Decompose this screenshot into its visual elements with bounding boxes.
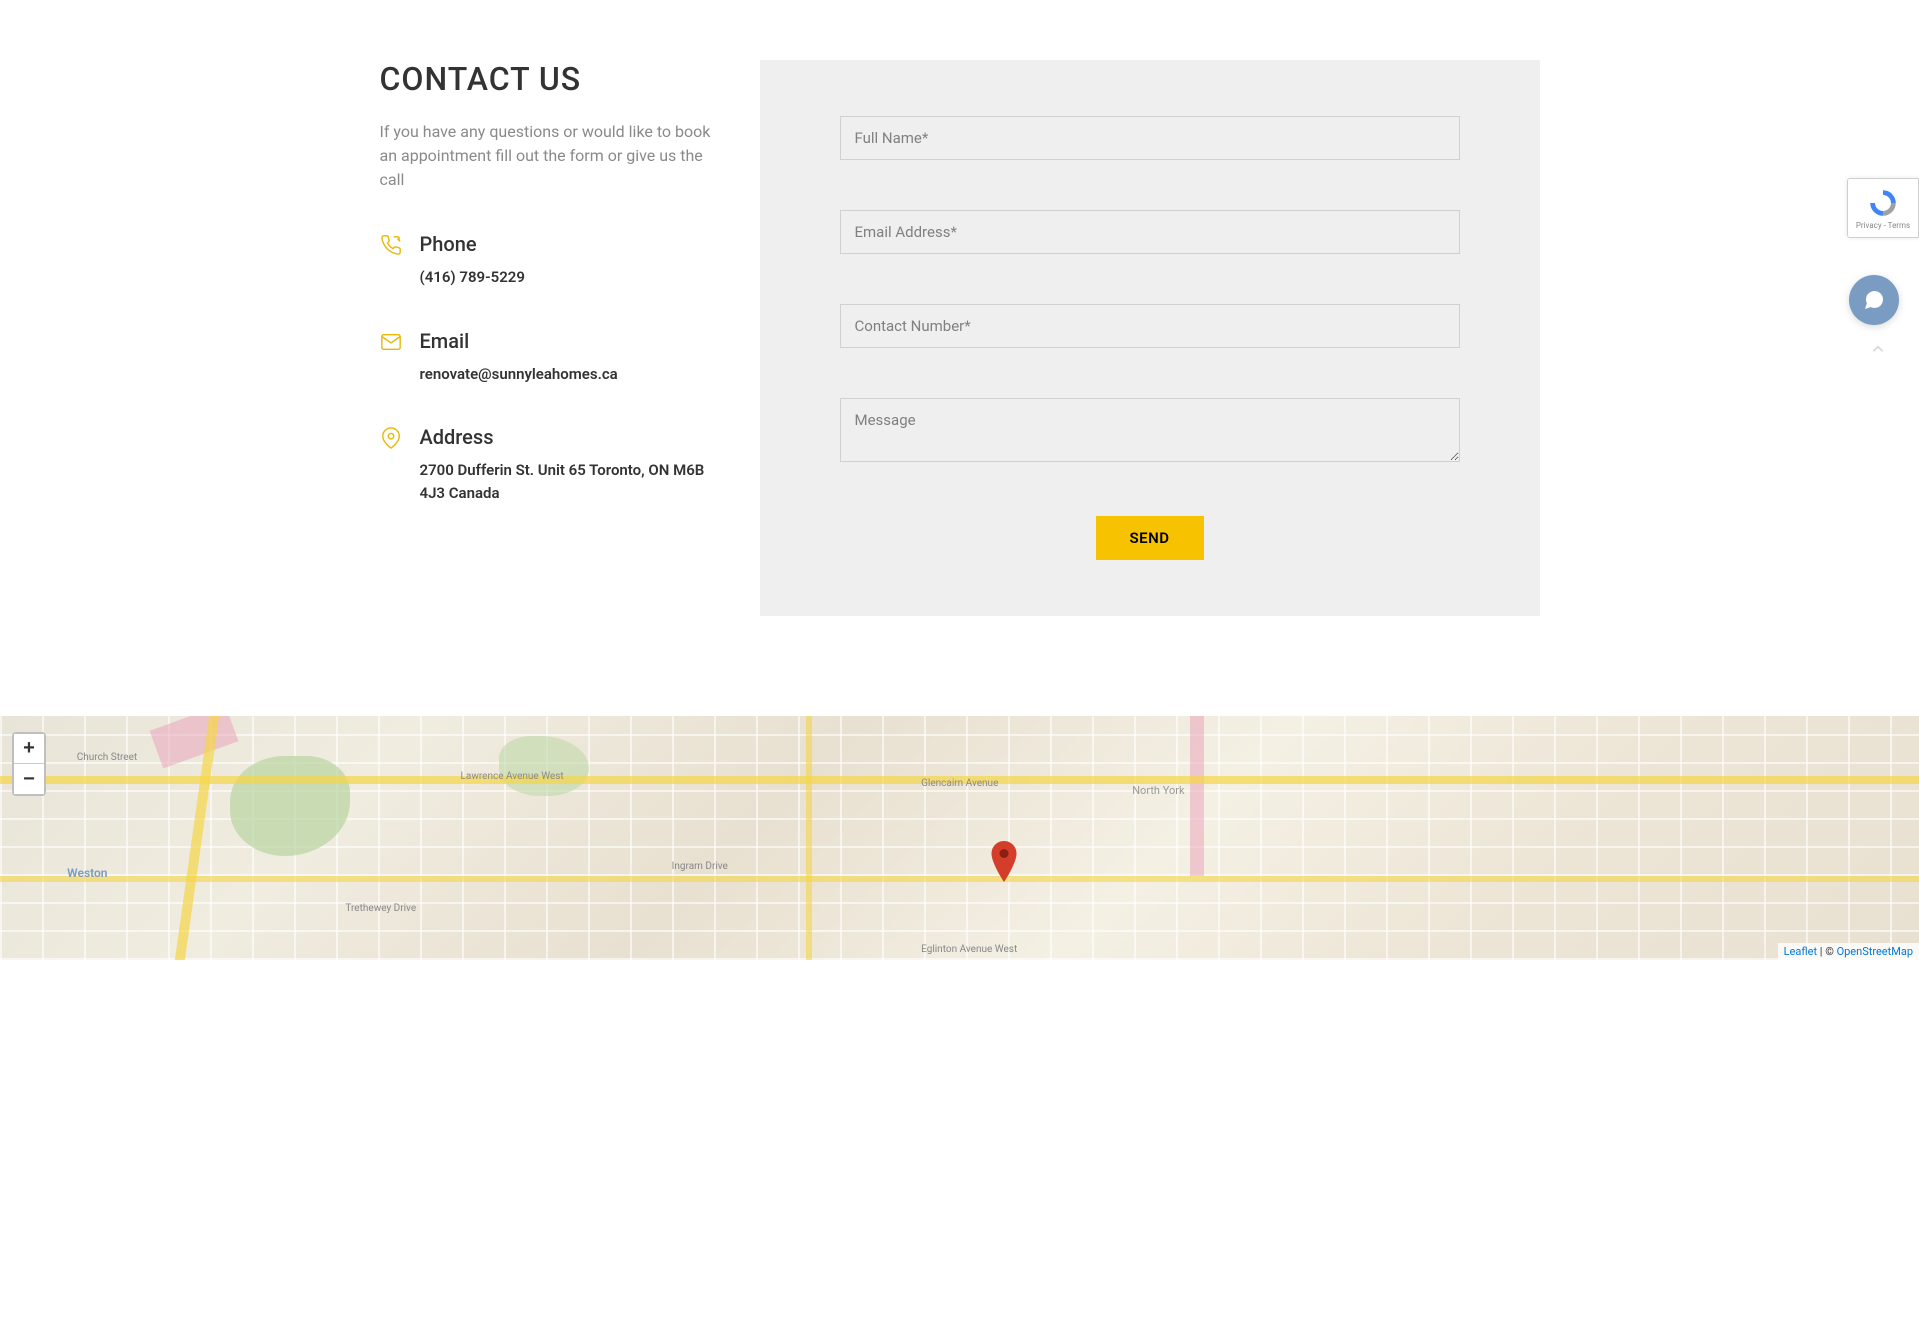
map-highway: [1190, 716, 1204, 876]
contact-number-input[interactable]: [840, 304, 1460, 348]
map-attribution: Leaflet | © OpenStreetMap: [1778, 943, 1919, 960]
osm-link[interactable]: OpenStreetMap: [1837, 945, 1913, 958]
map[interactable]: Lawrence Avenue West Glencairn Avenue Eg…: [0, 716, 1919, 960]
contact-form: SEND: [760, 60, 1540, 616]
intro-text: If you have any questions or would like …: [380, 120, 720, 192]
map-street-label: Eglinton Avenue West: [921, 944, 1017, 955]
chat-button[interactable]: [1849, 275, 1899, 325]
address-value: 2700 Dufferin St. Unit 65 Toronto, ON M6…: [420, 459, 720, 504]
map-zoom-controls: + −: [12, 732, 46, 796]
phone-icon: [380, 234, 404, 258]
phone-value: (416) 789-5229: [420, 266, 720, 289]
map-marker-icon[interactable]: [991, 841, 1016, 886]
map-area-label: Weston: [67, 866, 107, 880]
attribution-sep: | ©: [1817, 945, 1837, 958]
leaflet-link[interactable]: Leaflet: [1784, 945, 1817, 958]
map-road: [806, 716, 812, 960]
map-street-label: Trethewey Drive: [345, 903, 416, 914]
email-input[interactable]: [840, 210, 1460, 254]
map-street-label: Lawrence Avenue West: [461, 771, 564, 782]
location-icon: [380, 427, 404, 451]
map-street-label: Ingram Drive: [672, 861, 728, 872]
send-button[interactable]: SEND: [1096, 516, 1204, 560]
chevron-up-icon: [1869, 340, 1887, 358]
recaptcha-badge[interactable]: Privacy - Terms: [1847, 178, 1919, 238]
full-name-input[interactable]: [840, 116, 1460, 160]
map-road: [0, 876, 1919, 882]
recaptcha-icon: [1867, 187, 1899, 219]
contact-email: Email renovate@sunnyleahomes.ca: [380, 329, 720, 386]
email-label: Email: [420, 329, 720, 353]
map-street-label: Church Street: [77, 752, 137, 763]
address-label: Address: [420, 425, 720, 449]
email-icon: [380, 331, 404, 355]
contact-address: Address 2700 Dufferin St. Unit 65 Toront…: [380, 425, 720, 504]
zoom-in-button[interactable]: +: [14, 734, 44, 764]
page-title: CONTACT US: [380, 60, 720, 98]
email-value[interactable]: renovate@sunnyleahomes.ca: [420, 363, 720, 386]
map-street-label: Glencairn Avenue: [921, 778, 998, 789]
zoom-out-button[interactable]: −: [14, 764, 44, 794]
phone-label: Phone: [420, 232, 720, 256]
recaptcha-text[interactable]: Privacy - Terms: [1856, 221, 1910, 230]
contact-phone: Phone (416) 789-5229: [380, 232, 720, 289]
scroll-top-button[interactable]: [1869, 340, 1887, 362]
message-textarea[interactable]: [840, 398, 1460, 462]
map-area-label: North York: [1132, 784, 1184, 797]
chat-icon: [1862, 288, 1886, 312]
